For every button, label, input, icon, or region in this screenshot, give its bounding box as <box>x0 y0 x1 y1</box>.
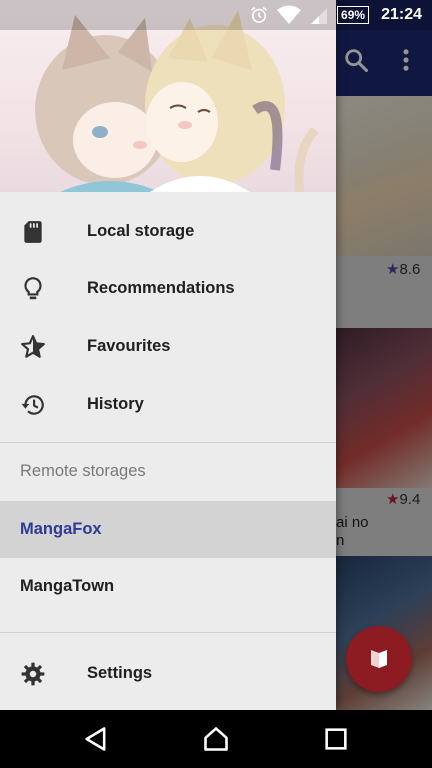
star-icon <box>21 335 45 358</box>
drawer-item-label: Favourites <box>87 336 171 355</box>
drawer-item-label: Recommendations <box>87 278 235 297</box>
drawer-item-label: History <box>87 394 144 413</box>
history-icon <box>21 395 44 415</box>
drawer-item-settings[interactable]: Settings <box>0 644 336 702</box>
drawer-item-label: MangaTown <box>20 577 115 595</box>
read-fab[interactable] <box>346 626 412 692</box>
home-icon[interactable] <box>202 725 230 753</box>
drawer-item-mangatown[interactable]: MangaTown <box>0 558 336 615</box>
gear-icon <box>21 662 45 686</box>
drawer-item-label: MangaFox <box>20 520 102 538</box>
drawer-item-label: Settings <box>87 663 153 682</box>
back-icon[interactable] <box>82 725 110 753</box>
drawer-divider <box>0 632 336 633</box>
drawer-item-local-storage[interactable]: Local storage <box>0 202 336 260</box>
drawer-item-label: Local storage <box>87 221 195 240</box>
sd-card-icon <box>24 221 42 243</box>
alarm-icon <box>251 6 268 23</box>
battery-indicator: 69% <box>337 6 370 24</box>
book-open-icon <box>371 650 387 668</box>
drawer-item-favourites[interactable]: Favourites <box>0 317 336 375</box>
cell-signal-icon <box>311 8 328 24</box>
status-clock: 21:24 <box>381 6 422 23</box>
drawer-item-recommendations[interactable]: Recommendations <box>0 259 336 317</box>
section-title-remote-storages: Remote storages <box>20 462 146 480</box>
status-bar: 69% 21:24 <box>0 0 432 30</box>
lightbulb-icon <box>24 277 42 300</box>
recents-icon[interactable] <box>322 725 350 753</box>
system-navigation-bar <box>0 710 432 768</box>
drawer-item-history[interactable]: History <box>0 375 336 433</box>
drawer-divider <box>0 442 336 443</box>
navigation-drawer: Local storage Recommendations Favourites… <box>0 0 336 710</box>
wifi-icon <box>277 5 302 24</box>
drawer-item-mangafox[interactable]: MangaFox <box>0 501 336 558</box>
